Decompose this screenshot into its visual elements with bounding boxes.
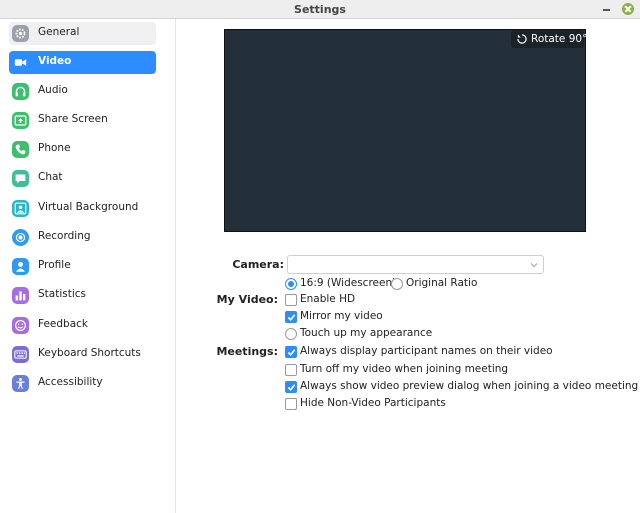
record-icon	[12, 229, 29, 246]
gear-icon	[12, 25, 29, 42]
checkbox-label: Enable HD	[300, 293, 356, 305]
sidebar-item-video[interactable]: Video	[9, 51, 156, 74]
sidebar-item-label: Feedback	[38, 318, 89, 330]
checkbox-label: Mirror my video	[300, 310, 383, 322]
user-icon	[12, 258, 29, 275]
checkmark-icon	[287, 349, 296, 356]
smiley-icon	[12, 317, 29, 334]
checkbox-unchecked[interactable]	[285, 328, 297, 340]
meetings-label: Meetings:	[216, 345, 278, 358]
camera-select[interactable]	[287, 255, 544, 274]
sidebar-item-statistics[interactable]: Statistics	[9, 284, 156, 307]
sidebar-item-label: Share Screen	[38, 113, 108, 125]
phone-icon	[12, 141, 29, 158]
radio-label: Original Ratio	[406, 277, 478, 289]
radio-selected[interactable]	[285, 278, 297, 290]
sidebar-item-phone[interactable]: Phone	[9, 138, 156, 161]
sidebar-item-share-screen[interactable]: Share Screen	[9, 109, 156, 132]
radio-unselected[interactable]	[391, 278, 403, 290]
bar-chart-icon	[12, 287, 29, 304]
checkbox-label: Always display participant names on thei…	[300, 345, 553, 357]
checkmark-icon	[287, 384, 296, 391]
sidebar-item-audio[interactable]: Audio	[9, 80, 156, 103]
sidebar-item-label: Accessibility	[38, 376, 103, 388]
sidebar-item-feedback[interactable]: Feedback	[9, 314, 156, 337]
sidebar-item-label: Video	[38, 55, 72, 67]
sidebar-item-profile[interactable]: Profile	[9, 255, 156, 278]
video-camera-icon	[12, 54, 29, 71]
checkmark-icon	[287, 314, 296, 321]
sidebar-item-label: Phone	[38, 142, 71, 154]
checkbox-label: Always show video preview dialog when jo…	[300, 380, 639, 392]
sidebar-item-accessibility[interactable]: Accessibility	[9, 372, 156, 395]
sidebar-item-chat[interactable]: Chat	[9, 167, 156, 190]
video-preview	[224, 29, 586, 232]
chat-bubble-icon	[12, 170, 29, 187]
my-video-label: My Video:	[216, 293, 278, 306]
sidebar: General Video Audio Share Screen Phone C…	[0, 19, 176, 513]
title-bar: Settings	[0, 0, 640, 19]
sidebar-item-label: General	[38, 26, 80, 38]
sidebar-item-virtual-background[interactable]: Virtual Background	[9, 197, 156, 220]
sidebar-item-recording[interactable]: Recording	[9, 226, 156, 249]
sidebar-item-label: Virtual Background	[38, 201, 139, 213]
checkbox-label: Hide Non-Video Participants	[300, 397, 446, 409]
rotate-label: Rotate 90°	[531, 33, 588, 45]
share-screen-icon	[12, 112, 29, 129]
chevron-down-icon	[530, 263, 538, 268]
sidebar-item-keyboard-shortcuts[interactable]: Keyboard Shortcuts	[9, 343, 156, 366]
sidebar-item-label: Recording	[38, 230, 91, 242]
checkbox-unchecked[interactable]	[285, 398, 297, 410]
checkbox-unchecked[interactable]	[285, 364, 297, 376]
checkbox-checked[interactable]	[285, 381, 297, 393]
sidebar-item-label: Statistics	[38, 288, 86, 300]
checkbox-unchecked[interactable]	[285, 294, 297, 306]
keyboard-icon	[12, 346, 29, 363]
accessibility-icon	[12, 375, 29, 392]
sidebar-item-label: Audio	[38, 84, 68, 96]
checkbox-checked[interactable]	[285, 346, 297, 358]
headphones-icon	[12, 83, 29, 100]
minimize-button[interactable]	[600, 0, 614, 19]
person-frame-icon	[12, 200, 29, 217]
sidebar-item-label: Profile	[38, 259, 71, 271]
rotate-90-button[interactable]: Rotate 90°	[511, 30, 588, 48]
camera-label: Camera:	[232, 258, 284, 271]
radio-label: 16:9 (Widescreen)	[300, 277, 397, 289]
rotate-icon	[517, 34, 527, 44]
checkbox-checked[interactable]	[285, 311, 297, 323]
window-title: Settings	[294, 3, 346, 16]
checkbox-label: Touch up my appearance	[300, 327, 433, 339]
sidebar-item-general[interactable]: General	[9, 22, 156, 45]
checkbox-label: Turn off my video when joining meeting	[300, 363, 509, 375]
close-button[interactable]	[622, 3, 634, 15]
sidebar-item-label: Chat	[38, 171, 63, 183]
sidebar-item-label: Keyboard Shortcuts	[38, 347, 141, 359]
